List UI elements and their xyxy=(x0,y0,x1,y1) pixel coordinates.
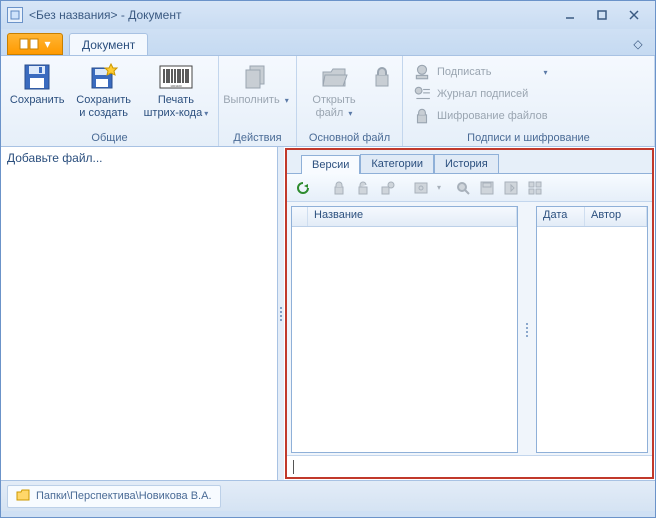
sign-button[interactable]: Подписать ▾ xyxy=(409,62,552,82)
chevron-down-icon: ▾ xyxy=(204,109,208,118)
chevron-down-icon: ▾ xyxy=(544,68,548,77)
refresh-button[interactable] xyxy=(293,178,313,198)
toolbar-lock-button[interactable] xyxy=(329,178,349,198)
save-label: Сохранить xyxy=(10,94,65,107)
execute-label: Выполнить xyxy=(223,94,279,106)
floppy-icon xyxy=(22,60,52,94)
folder-icon xyxy=(16,489,30,504)
tab-categories-label: Категории xyxy=(371,158,423,170)
app-icon xyxy=(7,7,23,23)
save-create-label-line2: и создать xyxy=(79,107,128,120)
breadcrumb-path[interactable]: Папки\Перспектива\Новикова В.А. xyxy=(7,485,221,508)
save-create-label-line1: Сохранить xyxy=(76,94,131,107)
signature-journal-button[interactable]: Журнал подписей xyxy=(409,84,552,104)
stamp-list-icon xyxy=(413,86,431,102)
toolbar-view-button[interactable] xyxy=(411,178,431,198)
group-common-label: Общие xyxy=(5,130,214,146)
versions-name-grid[interactable]: Название xyxy=(291,206,518,453)
ribbon-collapse-button[interactable]: ◇ xyxy=(627,33,649,55)
column-date-label: Дата xyxy=(543,209,567,221)
lock-button[interactable] xyxy=(369,58,395,96)
versions-meta-grid[interactable]: Дата Автор xyxy=(536,206,648,453)
breadcrumb-text: Папки\Перспектива\Новикова В.А. xyxy=(36,490,212,502)
vertical-splitter[interactable] xyxy=(278,147,284,480)
open-file-label-line1: Открыть xyxy=(312,94,355,107)
column-author-label: Автор xyxy=(591,209,621,221)
svg-text:1001100: 1001100 xyxy=(170,84,182,88)
tab-document-label: Документ xyxy=(82,38,135,52)
close-button[interactable] xyxy=(625,8,643,22)
barcode-label-line2: штрих-кода xyxy=(144,107,203,119)
minimize-button[interactable] xyxy=(561,8,579,22)
toolbar-save-button[interactable] xyxy=(477,178,497,198)
file-menu-button[interactable]: ▾ xyxy=(7,33,63,55)
documents-icon xyxy=(241,60,271,94)
column-name-label: Название xyxy=(314,209,363,221)
toolbar-grid-button[interactable] xyxy=(525,178,545,198)
comment-input[interactable] xyxy=(287,455,652,477)
maximize-button[interactable] xyxy=(593,8,611,22)
add-file-placeholder: Добавьте файл... xyxy=(7,151,103,165)
open-file-label-line2: файл xyxy=(316,107,344,119)
right-details-pane: Версии Категории История ▾ Название xyxy=(285,148,654,479)
toolbar-export-button[interactable] xyxy=(501,178,521,198)
barcode-icon: 1001100 xyxy=(159,60,193,94)
print-barcode-button[interactable]: 1001100 Печать штрих-кода▾ xyxy=(138,58,214,122)
open-file-button[interactable]: Открыть файл ▾ xyxy=(301,58,367,122)
save-button[interactable]: Сохранить xyxy=(5,58,69,109)
lock-small-icon xyxy=(413,108,431,124)
tab-history-label: История xyxy=(445,158,488,170)
stamp-icon xyxy=(413,64,431,80)
tab-versions-label: Версии xyxy=(312,159,349,171)
tab-document[interactable]: Документ xyxy=(69,33,148,55)
encrypt-label: Шифрование файлов xyxy=(437,110,548,122)
column-date[interactable]: Дата xyxy=(537,207,585,226)
grid-splitter[interactable] xyxy=(524,206,530,453)
encrypt-files-button[interactable]: Шифрование файлов xyxy=(409,106,552,126)
tab-categories[interactable]: Категории xyxy=(360,154,434,173)
floppy-star-icon xyxy=(89,60,119,94)
save-and-create-button[interactable]: Сохранить и создать xyxy=(71,58,135,122)
sign-label: Подписать xyxy=(437,66,491,78)
toolbar-unlock-button[interactable] xyxy=(353,178,373,198)
execute-button[interactable]: Выполнить ▾ xyxy=(223,58,289,109)
chevron-down-icon: ▾ xyxy=(437,183,441,192)
tab-versions[interactable]: Версии xyxy=(301,155,360,174)
left-attachments-pane[interactable]: Добавьте файл... xyxy=(1,147,278,480)
column-name[interactable]: Название xyxy=(308,207,517,226)
tab-history[interactable]: История xyxy=(434,154,499,173)
lock-icon xyxy=(373,60,391,94)
group-sign-label: Подписи и шифрование xyxy=(407,130,650,146)
open-folder-icon xyxy=(319,60,349,94)
toolbar-search-button[interactable] xyxy=(453,178,473,198)
group-mainfile-label: Основной файл xyxy=(301,130,398,146)
window-title: <Без названия> - Документ xyxy=(29,8,561,22)
column-author[interactable]: Автор xyxy=(585,207,647,226)
toolbar-permissions-button[interactable] xyxy=(377,178,397,198)
chevron-down-icon: ▾ xyxy=(285,96,289,105)
journal-label: Журнал подписей xyxy=(437,88,528,100)
group-actions-label: Действия xyxy=(223,130,292,146)
barcode-label-line1: Печать xyxy=(158,94,194,107)
chevron-down-icon: ▾ xyxy=(348,109,352,118)
